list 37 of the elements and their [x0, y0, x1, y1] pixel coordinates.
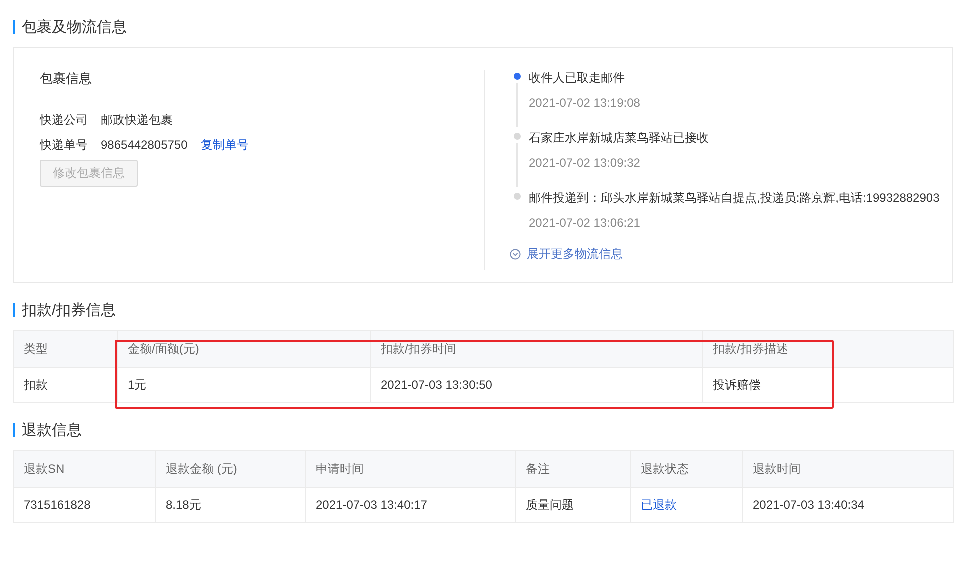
panel-heading: 包裹信息 [40, 70, 92, 88]
section-title: 扣款/扣券信息 [22, 300, 116, 320]
field-label: 快递公司 [40, 112, 88, 128]
table-cell: 投诉赔偿 [702, 368, 954, 402]
table-cell: 2021-07-03 13:30:50 [370, 368, 702, 402]
column-header: 退款状态 [630, 450, 742, 488]
column-header: 金额/面额(元) [118, 330, 370, 368]
copy-link[interactable]: 复制单号 [200, 136, 249, 154]
table-cell: 2021-07-03 13:40:17 [306, 488, 516, 522]
expand-logistics-link[interactable]: 展开更多物流信息 [527, 246, 623, 263]
field-value: 邮政快递包裹 [101, 112, 173, 128]
timeline-time: 2021-07-02 13:19:08 [529, 96, 640, 110]
status-link[interactable]: 已退款 [641, 498, 677, 512]
column-header: 类型 [14, 330, 118, 368]
table-cell: 扣款 [14, 368, 118, 402]
field-value: 9865442805750 [101, 138, 188, 152]
timeline-time: 2021-07-02 13:09:32 [529, 156, 640, 170]
chevron-down-icon [510, 249, 521, 260]
table-cell: 8.18元 [156, 488, 306, 522]
timeline-time: 2021-07-02 13:06:21 [529, 216, 640, 230]
timeline-event: 石家庄水岸新城店菜鸟驿站已接收 [529, 131, 709, 145]
table-cell: 7315161828 [14, 488, 156, 522]
column-header: 备注 [516, 450, 630, 488]
column-header: 扣款/扣券时间 [370, 330, 702, 368]
timeline-event: 邮件投递到：邱头水岸新城菜鸟驿站自提点,投递员:路京辉,电话:19932882903 [529, 191, 940, 205]
column-header: 退款时间 [742, 450, 954, 488]
section-title: 退款信息 [22, 420, 82, 440]
field-label: 快递单号 [40, 136, 88, 154]
column-header: 退款SN [14, 450, 156, 488]
column-header: 申请时间 [306, 450, 516, 488]
table-cell: 1元 [118, 368, 370, 402]
column-header: 扣款/扣券描述 [702, 330, 954, 368]
table-cell: 2021-07-03 13:40:34 [742, 488, 954, 522]
column-header: 退款金额 (元) [156, 450, 306, 488]
table-cell: 质量问题 [516, 488, 630, 522]
timeline-event: 收件人已取走邮件 [529, 71, 625, 85]
section-title: 包裹及物流信息 [22, 18, 127, 36]
